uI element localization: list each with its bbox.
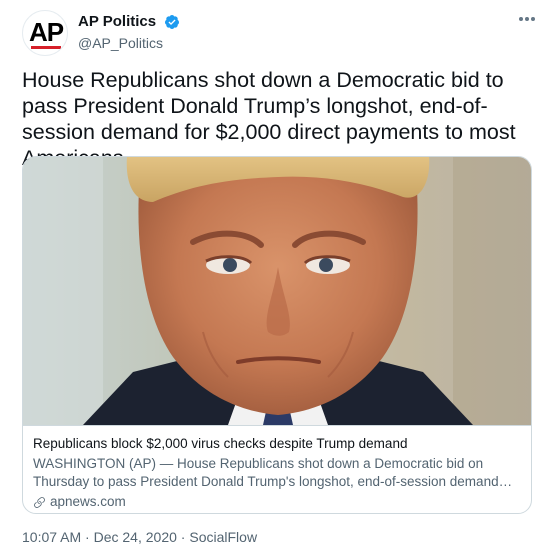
tweet-meta: 10:07 AM · Dec 24, 2020 · SocialFlow <box>22 529 257 545</box>
card-domain-text: apnews.com <box>50 494 126 509</box>
handle[interactable]: @AP_Politics <box>78 35 180 51</box>
more-options-icon[interactable] <box>515 10 539 28</box>
card-image[interactable] <box>23 157 531 425</box>
tweet-header: AP AP Politics @AP_Politics <box>22 10 535 58</box>
card-domain[interactable]: apnews.com <box>33 493 521 511</box>
meta-separator: · <box>81 529 94 545</box>
card-body: Republicans block $2,000 virus checks de… <box>33 435 521 511</box>
display-name[interactable]: AP Politics <box>78 13 156 30</box>
more-dot <box>525 17 529 21</box>
tweet-date[interactable]: Dec 24, 2020 <box>94 529 177 545</box>
avatar-logo-bar <box>31 46 61 49</box>
author-block: AP Politics @AP_Politics <box>78 13 180 51</box>
card-photo <box>23 157 531 425</box>
more-dot <box>519 17 523 21</box>
link-icon <box>34 496 45 508</box>
more-dot <box>531 17 535 21</box>
avatar-logo-text: AP <box>28 17 64 47</box>
meta-separator: · <box>176 529 190 545</box>
card-description: WASHINGTON (AP) — House Republicans shot… <box>33 456 499 489</box>
tweet-source[interactable]: SocialFlow <box>189 529 257 545</box>
verified-badge-icon <box>164 14 179 29</box>
avatar[interactable]: AP <box>22 10 68 56</box>
card-divider <box>23 425 531 426</box>
tweet-time[interactable]: 10:07 AM <box>22 529 81 545</box>
link-card[interactable]: Republicans block $2,000 virus checks de… <box>22 156 532 514</box>
tweet: AP AP Politics @AP_Politics House Republ… <box>0 0 551 558</box>
card-title[interactable]: Republicans block $2,000 virus checks de… <box>33 435 521 453</box>
